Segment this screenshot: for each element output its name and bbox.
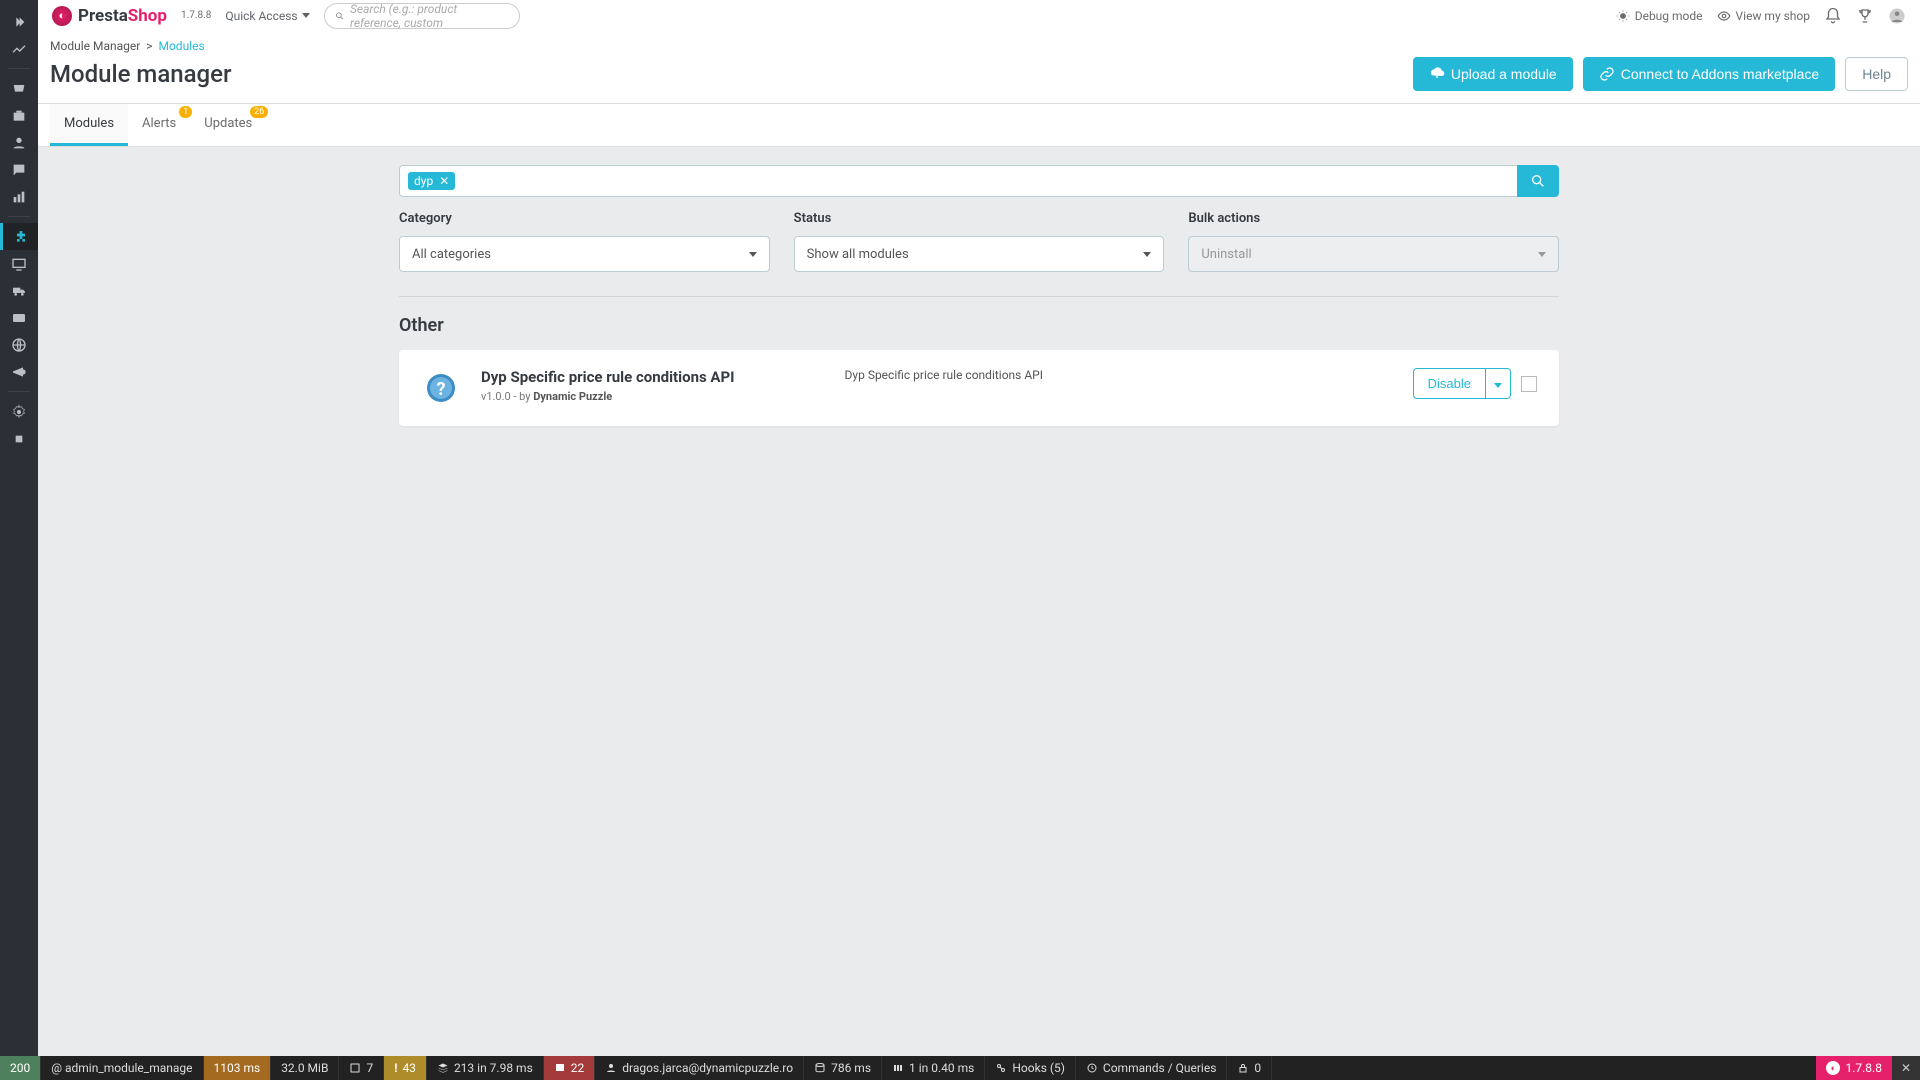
tabs: Modules Alerts1 Updates26 bbox=[38, 104, 1920, 147]
debug-close[interactable]: ✕ bbox=[1893, 1056, 1920, 1080]
bulk-select: Uninstall bbox=[1188, 236, 1559, 272]
page-title: Module manager bbox=[50, 60, 232, 88]
bug-icon bbox=[1616, 9, 1630, 23]
module-checkbox[interactable] bbox=[1521, 376, 1537, 392]
debug-version[interactable]: ◐1.7.8.8 bbox=[1816, 1056, 1892, 1080]
sidebar-customer-service[interactable] bbox=[0, 156, 38, 183]
debug-lock[interactable]: 0 bbox=[1227, 1056, 1272, 1080]
debug-mode-link[interactable]: Debug mode bbox=[1616, 9, 1703, 23]
debug-bar: 200 @ admin_module_manage 1103 ms 32.0 M… bbox=[0, 1056, 1920, 1080]
chevron-down-icon bbox=[1494, 383, 1502, 388]
sidebar-design[interactable] bbox=[0, 250, 38, 277]
tab-updates[interactable]: Updates26 bbox=[190, 104, 266, 146]
chevron-down-icon bbox=[1143, 252, 1151, 257]
trophy-icon[interactable] bbox=[1856, 7, 1874, 25]
sidebar-orders[interactable] bbox=[0, 75, 38, 102]
search-tag-chip[interactable]: dyp ✕ bbox=[408, 172, 455, 190]
debug-route[interactable]: @ admin_module_manage bbox=[41, 1056, 203, 1080]
breadcrumb-root[interactable]: Module Manager bbox=[50, 39, 140, 53]
brand-logo-icon: ◐ bbox=[52, 6, 72, 26]
debug-user[interactable]: dragos.jarca@dynamicpuzzle.ro bbox=[595, 1056, 804, 1080]
debug-commands[interactable]: Commands / Queries bbox=[1076, 1056, 1228, 1080]
sidebar-advanced[interactable] bbox=[0, 425, 38, 452]
sidebar-stats[interactable] bbox=[0, 183, 38, 210]
sidebar-payment[interactable] bbox=[0, 304, 38, 331]
svg-text:?: ? bbox=[437, 379, 446, 400]
sidebar-configure[interactable] bbox=[0, 398, 38, 425]
module-disable-button[interactable]: Disable bbox=[1413, 368, 1486, 399]
debug-hooks[interactable]: Hooks (5) bbox=[985, 1056, 1076, 1080]
brand-presta: Presta bbox=[78, 6, 128, 26]
badge-updates: 26 bbox=[250, 106, 268, 118]
breadcrumb: Module Manager > Modules bbox=[50, 39, 1908, 53]
debug-forms[interactable]: 22 bbox=[544, 1056, 596, 1080]
tab-modules[interactable]: Modules bbox=[50, 104, 128, 146]
module-action-dropdown[interactable] bbox=[1486, 368, 1511, 399]
status-label: Status bbox=[794, 211, 1165, 226]
sidebar-marketing[interactable] bbox=[0, 358, 38, 385]
debug-warnings[interactable]: !43 bbox=[384, 1056, 427, 1080]
chevron-down-icon bbox=[749, 252, 757, 257]
module-title: Dyp Specific price rule conditions API bbox=[481, 368, 735, 386]
top-header: ◐ PrestaShop 1.7.8.8 Quick Access Search… bbox=[38, 0, 1920, 31]
sidebar-shipping[interactable] bbox=[0, 277, 38, 304]
chevron-down-icon bbox=[1538, 252, 1546, 257]
status-select[interactable]: Show all modules bbox=[794, 236, 1165, 272]
sidebar-catalog[interactable] bbox=[0, 102, 38, 129]
search-button[interactable] bbox=[1517, 165, 1559, 197]
search-icon bbox=[335, 10, 344, 22]
bell-icon[interactable] bbox=[1824, 7, 1842, 25]
quick-access-menu[interactable]: Quick Access bbox=[225, 9, 309, 23]
section-title: Other bbox=[399, 315, 1559, 336]
remove-tag-icon[interactable]: ✕ bbox=[439, 174, 449, 188]
debug-time[interactable]: 1103 ms bbox=[204, 1056, 272, 1080]
module-card: ? Dyp Specific price rule conditions API… bbox=[399, 350, 1559, 426]
tab-alerts[interactable]: Alerts1 bbox=[128, 104, 190, 146]
debug-memory[interactable]: 32.0 MiB bbox=[271, 1056, 339, 1080]
global-search[interactable]: Search (e.g.: product reference, custom bbox=[324, 3, 520, 29]
sidebar bbox=[0, 0, 38, 1056]
debug-status[interactable]: 200 bbox=[0, 1056, 41, 1080]
brand-shop: Shop bbox=[128, 6, 167, 26]
debug-ajax[interactable]: 7 bbox=[339, 1056, 384, 1080]
module-meta: v1.0.0 - by Dynamic Puzzle bbox=[481, 390, 735, 403]
module-icon: ? bbox=[421, 368, 461, 408]
debug-stack[interactable]: 213 in 7.98 ms bbox=[427, 1056, 544, 1080]
debug-db[interactable]: 786 ms bbox=[804, 1056, 882, 1080]
breadcrumb-leaf[interactable]: Modules bbox=[158, 39, 204, 53]
version-label: 1.7.8.8 bbox=[181, 10, 211, 21]
view-shop-link[interactable]: View my shop bbox=[1717, 9, 1810, 23]
profile-icon[interactable] bbox=[1888, 7, 1906, 25]
eye-icon bbox=[1717, 9, 1731, 23]
help-button[interactable]: Help bbox=[1845, 57, 1908, 91]
sidebar-expand[interactable] bbox=[0, 8, 38, 35]
brand-logo: ◐ PrestaShop bbox=[52, 6, 167, 26]
upload-module-button[interactable]: Upload a module bbox=[1413, 57, 1573, 91]
search-icon bbox=[1530, 173, 1546, 189]
connect-addons-button[interactable]: Connect to Addons marketplace bbox=[1583, 57, 1835, 91]
link-icon bbox=[1599, 66, 1615, 82]
sidebar-international[interactable] bbox=[0, 331, 38, 358]
debug-cache[interactable]: 1 in 0.40 ms bbox=[882, 1056, 985, 1080]
sidebar-dashboard[interactable] bbox=[0, 35, 38, 62]
module-search-input[interactable]: dyp ✕ bbox=[399, 165, 1517, 197]
bulk-label: Bulk actions bbox=[1188, 211, 1559, 226]
cloud-upload-icon bbox=[1429, 66, 1445, 82]
module-description: Dyp Specific price rule conditions API bbox=[795, 368, 1043, 382]
sidebar-modules[interactable] bbox=[0, 223, 38, 250]
category-label: Category bbox=[399, 211, 770, 226]
sidebar-customers[interactable] bbox=[0, 129, 38, 156]
category-select[interactable]: All categories bbox=[399, 236, 770, 272]
